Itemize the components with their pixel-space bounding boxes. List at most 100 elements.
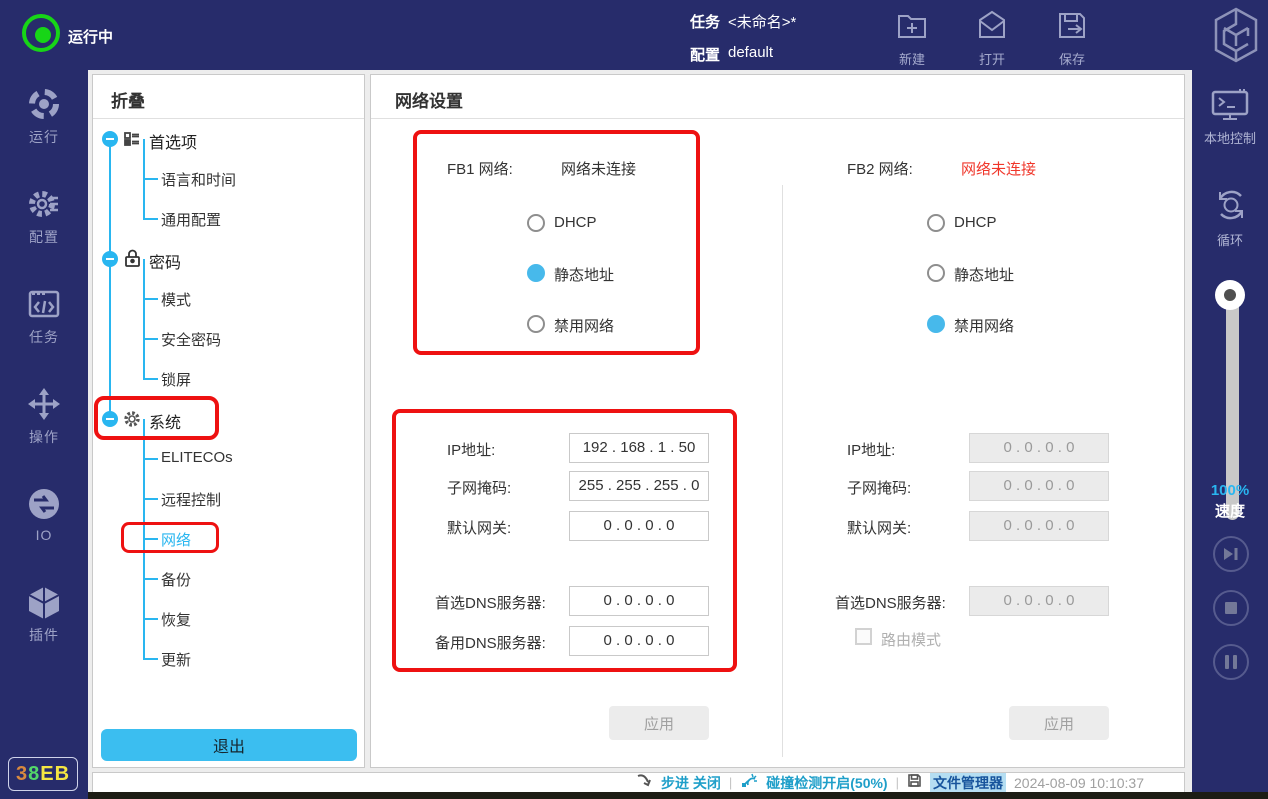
tree-node-restore[interactable]: 恢复: [161, 609, 191, 630]
collapse-toggle-password[interactable]: [102, 251, 118, 267]
collapse-toggle-system[interactable]: [102, 411, 118, 427]
sidebar-item-io[interactable]: IO: [0, 486, 88, 543]
fb1-ip-input[interactable]: 192 . 168 . 1 . 50: [569, 433, 709, 463]
fb1-radio-static-label[interactable]: 静态地址: [554, 264, 614, 285]
sidebar-item-label: 任务: [0, 327, 88, 347]
fb2-radio-static-label[interactable]: 静态地址: [954, 264, 1014, 285]
save-icon: [1055, 29, 1089, 46]
fb2-dns1-input: 0 . 0 . 0 . 0: [969, 586, 1109, 616]
fb1-ip-label: IP地址:: [447, 439, 495, 460]
tree-stub: [143, 378, 158, 380]
collapse-title[interactable]: 折叠: [111, 87, 145, 112]
collision-detection-icon: [740, 772, 758, 793]
sidebar-item-config[interactable]: 配置: [0, 186, 88, 247]
robot-id-badge[interactable]: 38EB: [8, 757, 78, 791]
datetime-display: 2024-08-09 10:10:37: [1014, 775, 1144, 791]
fb1-radio-dhcp-label[interactable]: DHCP: [554, 214, 597, 231]
fb2-radio-dhcp-label[interactable]: DHCP: [954, 214, 997, 231]
tree-node-update[interactable]: 更新: [161, 649, 191, 670]
task-label: 任务: [690, 11, 720, 32]
fb1-dns2-input[interactable]: 0 . 0 . 0 . 0: [569, 626, 709, 656]
fb2-ip-input: 0 . 0 . 0 . 0: [969, 433, 1109, 463]
tree-node-mode[interactable]: 模式: [161, 289, 191, 310]
badge-char: B: [55, 763, 70, 785]
fb1-radio-static[interactable]: [527, 264, 545, 282]
task-value: <未命名>*: [728, 11, 796, 32]
fb1-dns1-label: 首选DNS服务器:: [435, 592, 546, 613]
sidebar-item-run[interactable]: 运行: [0, 86, 88, 147]
fb2-radio-disable[interactable]: [927, 315, 945, 333]
pause-button[interactable]: [1213, 644, 1249, 680]
tree-node-safety-password[interactable]: 安全密码: [161, 329, 221, 350]
route-mode-checkbox[interactable]: [855, 628, 872, 645]
tree-stub: [143, 538, 158, 540]
status-separator: |: [896, 775, 899, 790]
tree-node-lock-screen[interactable]: 锁屏: [161, 369, 191, 390]
tree-node-remote-control[interactable]: 远程控制: [161, 489, 221, 510]
fb1-dns1-input[interactable]: 0 . 0 . 0 . 0: [569, 586, 709, 616]
tree-panel-header: 折叠: [93, 75, 364, 119]
fb2-radio-disable-label[interactable]: 禁用网络: [954, 315, 1014, 336]
badge-char: E: [40, 763, 54, 785]
status-separator: |: [729, 775, 732, 790]
fb1-apply-button[interactable]: 应用: [609, 706, 709, 740]
fb1-radio-dhcp[interactable]: [527, 214, 545, 232]
tree-stub: [143, 178, 158, 180]
tree-stub: [143, 658, 158, 660]
tree-node-password[interactable]: 密码: [149, 249, 181, 273]
fb2-network-status: 网络未连接: [961, 158, 1036, 179]
step-forward-button[interactable]: [1213, 536, 1249, 572]
fb2-apply-button[interactable]: 应用: [1009, 706, 1109, 740]
fb2-netmask-label: 子网掩码:: [847, 477, 911, 498]
fb1-network-status: 网络未连接: [561, 158, 636, 179]
tree-node-preferences[interactable]: 首选项: [149, 129, 197, 153]
config-label: 配置: [690, 44, 720, 65]
fb1-radio-disable[interactable]: [527, 315, 545, 333]
run-icon: [26, 109, 62, 126]
tree-node-language-time[interactable]: 语言和时间: [161, 169, 236, 190]
fb1-netmask-input[interactable]: 255 . 255 . 255 . 0: [569, 471, 709, 501]
fb1-gateway-label: 默认网关:: [447, 517, 511, 538]
sidebar-item-label: 运行: [0, 127, 88, 147]
fb1-gateway-input[interactable]: 0 . 0 . 0 . 0: [569, 511, 709, 541]
page-title: 网络设置: [395, 87, 463, 112]
fb1-radio-disable-label[interactable]: 禁用网络: [554, 315, 614, 336]
stop-button[interactable]: [1213, 590, 1249, 626]
save-task-button[interactable]: 保存: [1040, 8, 1104, 68]
sidebar-item-jog[interactable]: 操作: [0, 386, 88, 447]
tree-node-network[interactable]: 网络: [161, 529, 191, 550]
code-window-icon: [26, 309, 62, 326]
cube-icon: [26, 607, 62, 624]
move-arrows-icon: [26, 409, 62, 426]
fb1-netmask-label: 子网掩码:: [447, 477, 511, 498]
collapse-toggle-preferences[interactable]: [102, 131, 118, 147]
fb2-radio-static[interactable]: [927, 264, 945, 282]
open-file-icon: [975, 29, 1009, 46]
brand-logo-icon: [1212, 6, 1260, 69]
sidebar-item-plugin[interactable]: 插件: [0, 584, 88, 645]
tree-stub: [143, 218, 158, 220]
badge-char: 8: [28, 763, 40, 785]
file-manager-button[interactable]: 文件管理器: [930, 773, 1006, 793]
loop-label: 循环: [1192, 230, 1268, 249]
tree-node-backup[interactable]: 备份: [161, 569, 191, 590]
exit-button[interactable]: 退出: [101, 729, 357, 761]
local-control-icon[interactable]: [1210, 88, 1250, 129]
fb2-radio-dhcp[interactable]: [927, 214, 945, 232]
collision-detection-status[interactable]: 碰撞检测开启(50%): [766, 773, 887, 793]
new-task-button[interactable]: 新建: [880, 8, 944, 68]
tree-trunk-line: [109, 139, 111, 419]
save-task-label: 保存: [1040, 49, 1104, 68]
tree-node-general-config[interactable]: 通用配置: [161, 209, 221, 230]
fb2-netmask-input: 0 . 0 . 0 . 0: [969, 471, 1109, 501]
tree-stub: [143, 458, 158, 460]
sidebar-item-task[interactable]: 任务: [0, 286, 88, 347]
loop-icon[interactable]: [1212, 186, 1250, 229]
speed-slider-knob[interactable]: [1215, 280, 1245, 310]
tree-stub: [143, 498, 158, 500]
tree-node-system[interactable]: 系统: [149, 409, 181, 433]
step-mode-status[interactable]: 步进 关闭: [661, 773, 721, 793]
tree-node-elitecos[interactable]: ELITECOs: [161, 449, 233, 466]
open-task-button[interactable]: 打开: [960, 8, 1024, 68]
badge-char: 3: [16, 763, 28, 785]
